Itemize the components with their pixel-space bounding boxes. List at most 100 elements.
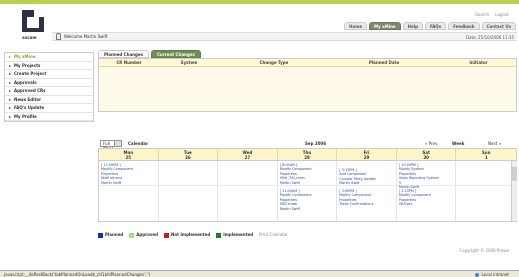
arrow-right-icon <box>9 115 11 118</box>
calendar-day-column[interactable] <box>158 161 219 221</box>
changes-grid: CR Number System Change Type Planned Date In… <box>98 58 517 112</box>
search-link[interactable]: Search <box>475 12 489 17</box>
calendar-day-header: Mon 25 <box>99 149 159 160</box>
calendar-day-header: Thu 28 <box>278 149 338 160</box>
event-line: Trade Confirmations <box>339 202 374 207</box>
nav-tab-home[interactable]: Home <box>344 22 368 30</box>
arrow-right-icon <box>9 98 11 101</box>
sidebar-item-approvals[interactable]: Approvals <box>5 79 93 87</box>
view-select[interactable]: Full Week <box>100 140 122 151</box>
prev-link[interactable]: « Prev <box>425 141 437 146</box>
sidebar-item-approved-crs[interactable]: Approved CRs <box>5 87 93 96</box>
status-bar: javascript:__doPostBack('tabPlannedOnLoa… <box>0 270 519 277</box>
arrow-right-icon <box>9 107 11 109</box>
calendar-day-column[interactable]: [ 10:00PM ] Modify System Properties Sales … <box>396 161 457 221</box>
week-link[interactable]: Week <box>452 141 464 146</box>
logo[interactable]: axcom <box>22 8 46 40</box>
calendar-day-column[interactable]: [ 3:15PM ] Add Component Counter Party Upd… <box>337 161 397 221</box>
calendar-day-column[interactable]: [ 12:00PM ] Modify Component Properties Sta… <box>99 161 159 221</box>
column-header[interactable]: Change Type <box>219 59 329 67</box>
legend-label: Approved <box>136 232 159 237</box>
calendar-event[interactable]: [ 3:00PM ] Modify Component Properties Trad… <box>339 189 373 207</box>
changes-panel: Planned Changes Current Changes CR Number… <box>98 50 517 112</box>
tab-planned-changes[interactable]: Planned Changes <box>98 50 149 58</box>
welcome-area: Welcome Martin Swift <box>56 31 107 41</box>
calendar-event[interactable]: [ 8:00AM ] Modify Component Properties SMH_… <box>280 163 312 185</box>
legend-swatch <box>98 232 103 238</box>
nav-tab-feedback[interactable]: Feedback <box>448 22 480 30</box>
calendar-event[interactable]: [ 2:10PM ] Modify Component Properties SR/E… <box>399 189 431 207</box>
calendar-body: [ 12:00PM ] Modify Component Properties Sta… <box>99 161 516 221</box>
nav-tab-contact-us[interactable]: Contact Us <box>481 22 516 30</box>
logo-word: axcom <box>22 35 37 40</box>
logout-link[interactable]: Logout <box>495 12 509 17</box>
column-header[interactable]: CR Number <box>99 59 159 67</box>
legend-swatch <box>164 232 170 238</box>
calendar-day-header: Sat 30 <box>397 149 457 160</box>
time-slot-divider <box>99 185 158 186</box>
sidebar-item-faq-s-update[interactable]: FAQ's Update <box>5 104 93 113</box>
nav-tab-help[interactable]: Help <box>402 22 423 30</box>
logo-mark-notch <box>34 8 44 17</box>
sidebar-item-label: My Profile <box>14 113 37 119</box>
logo-mark-inner <box>27 17 39 28</box>
event-line: Martin Swift <box>101 180 122 185</box>
tab-current-changes[interactable]: Current Changes <box>150 50 201 58</box>
sidebar-item-my-projects[interactable]: My Projects <box>5 62 93 70</box>
legend-swatch <box>216 232 222 238</box>
sidebar-item-label: FAQ's Update <box>14 105 45 110</box>
globe-icon <box>475 273 480 277</box>
column-header[interactable]: Planned Date <box>329 59 439 67</box>
sidebar-item-my-xmine[interactable]: My xMine <box>5 53 93 62</box>
sidebar-item-label: Approvals <box>14 79 37 85</box>
arrow-right-icon <box>9 64 11 67</box>
arrow-right-icon <box>9 56 11 58</box>
calendar-event[interactable]: [ 3:15PM ] Add Component Counter Party Upd… <box>339 168 376 186</box>
arrow-right-icon <box>9 73 11 75</box>
calendar-day-column[interactable] <box>456 161 516 221</box>
event-line: Martin Swift <box>279 206 300 211</box>
day-number: 27 <box>244 155 251 160</box>
time-slot-divider <box>277 185 337 186</box>
legend-item: Implemented <box>216 232 253 238</box>
calendar-event[interactable]: [ 12:00PM ] Modify Component Properties Sta… <box>101 163 133 185</box>
calendar-day-column[interactable] <box>218 161 278 221</box>
copyright: Copyright © 2006 Prowe <box>459 248 509 253</box>
legend-swatch <box>129 232 135 238</box>
print-calendar-link[interactable]: Print Calendar <box>259 232 287 237</box>
day-number: 29 <box>363 155 370 160</box>
calendar-day-column[interactable]: [ 8:00AM ] Modify Component Properties SMH_… <box>277 161 338 221</box>
sidebar-item-label: Create Project <box>14 71 47 76</box>
sidebar-item-news-editor[interactable]: News Editor <box>5 96 93 104</box>
sidebar-item-label: My xMine <box>14 54 36 59</box>
column-header[interactable]: System <box>159 59 219 67</box>
calendar-event[interactable]: [ 10:00PM ] Modify System Properties Sales … <box>399 163 439 189</box>
column-header[interactable]: Initiator <box>439 59 518 67</box>
next-link[interactable]: Next » <box>488 141 501 146</box>
status-zone-label: Local intranet <box>481 272 509 277</box>
event-line: Martin Swift <box>339 181 360 186</box>
time-slot-divider <box>158 185 218 186</box>
legend-item: Approved <box>129 232 158 238</box>
scrollbar-thumb[interactable] <box>512 167 517 181</box>
day-number: 26 <box>185 155 191 160</box>
calendar-day-header: Wed 27 <box>218 149 278 160</box>
sidebar-item-create-project[interactable]: Create Project <box>5 70 93 79</box>
event-line: SR/Exec <box>398 202 413 207</box>
top-links: Search Logout <box>470 12 509 17</box>
calendar-label: Calendar <box>128 141 149 146</box>
legend-item: Planned <box>98 232 123 238</box>
time-slot-divider <box>456 185 516 186</box>
day-number: 1 <box>484 155 488 160</box>
sidebar-item-label: News Editor <box>14 96 42 102</box>
calendar-event[interactable]: [ 11:00AM ] Modify Component Properties SRD… <box>280 189 312 211</box>
user-icon <box>56 32 61 40</box>
changes-grid-header: CR Number System Change Type Planned Date In… <box>99 59 516 67</box>
time-slot-divider <box>218 185 277 186</box>
nav-tab-my-xmine[interactable]: My xMine <box>369 22 401 30</box>
sidebar-item-my-profile[interactable]: My Profile <box>5 113 93 121</box>
legend-label: Not Implemented <box>171 232 211 237</box>
calendar-scrollbar[interactable] <box>511 161 517 221</box>
legend: Planned Approved Not Implemented Implemente… <box>98 232 288 238</box>
nav-tab-faqs[interactable]: FAQs <box>424 22 447 30</box>
